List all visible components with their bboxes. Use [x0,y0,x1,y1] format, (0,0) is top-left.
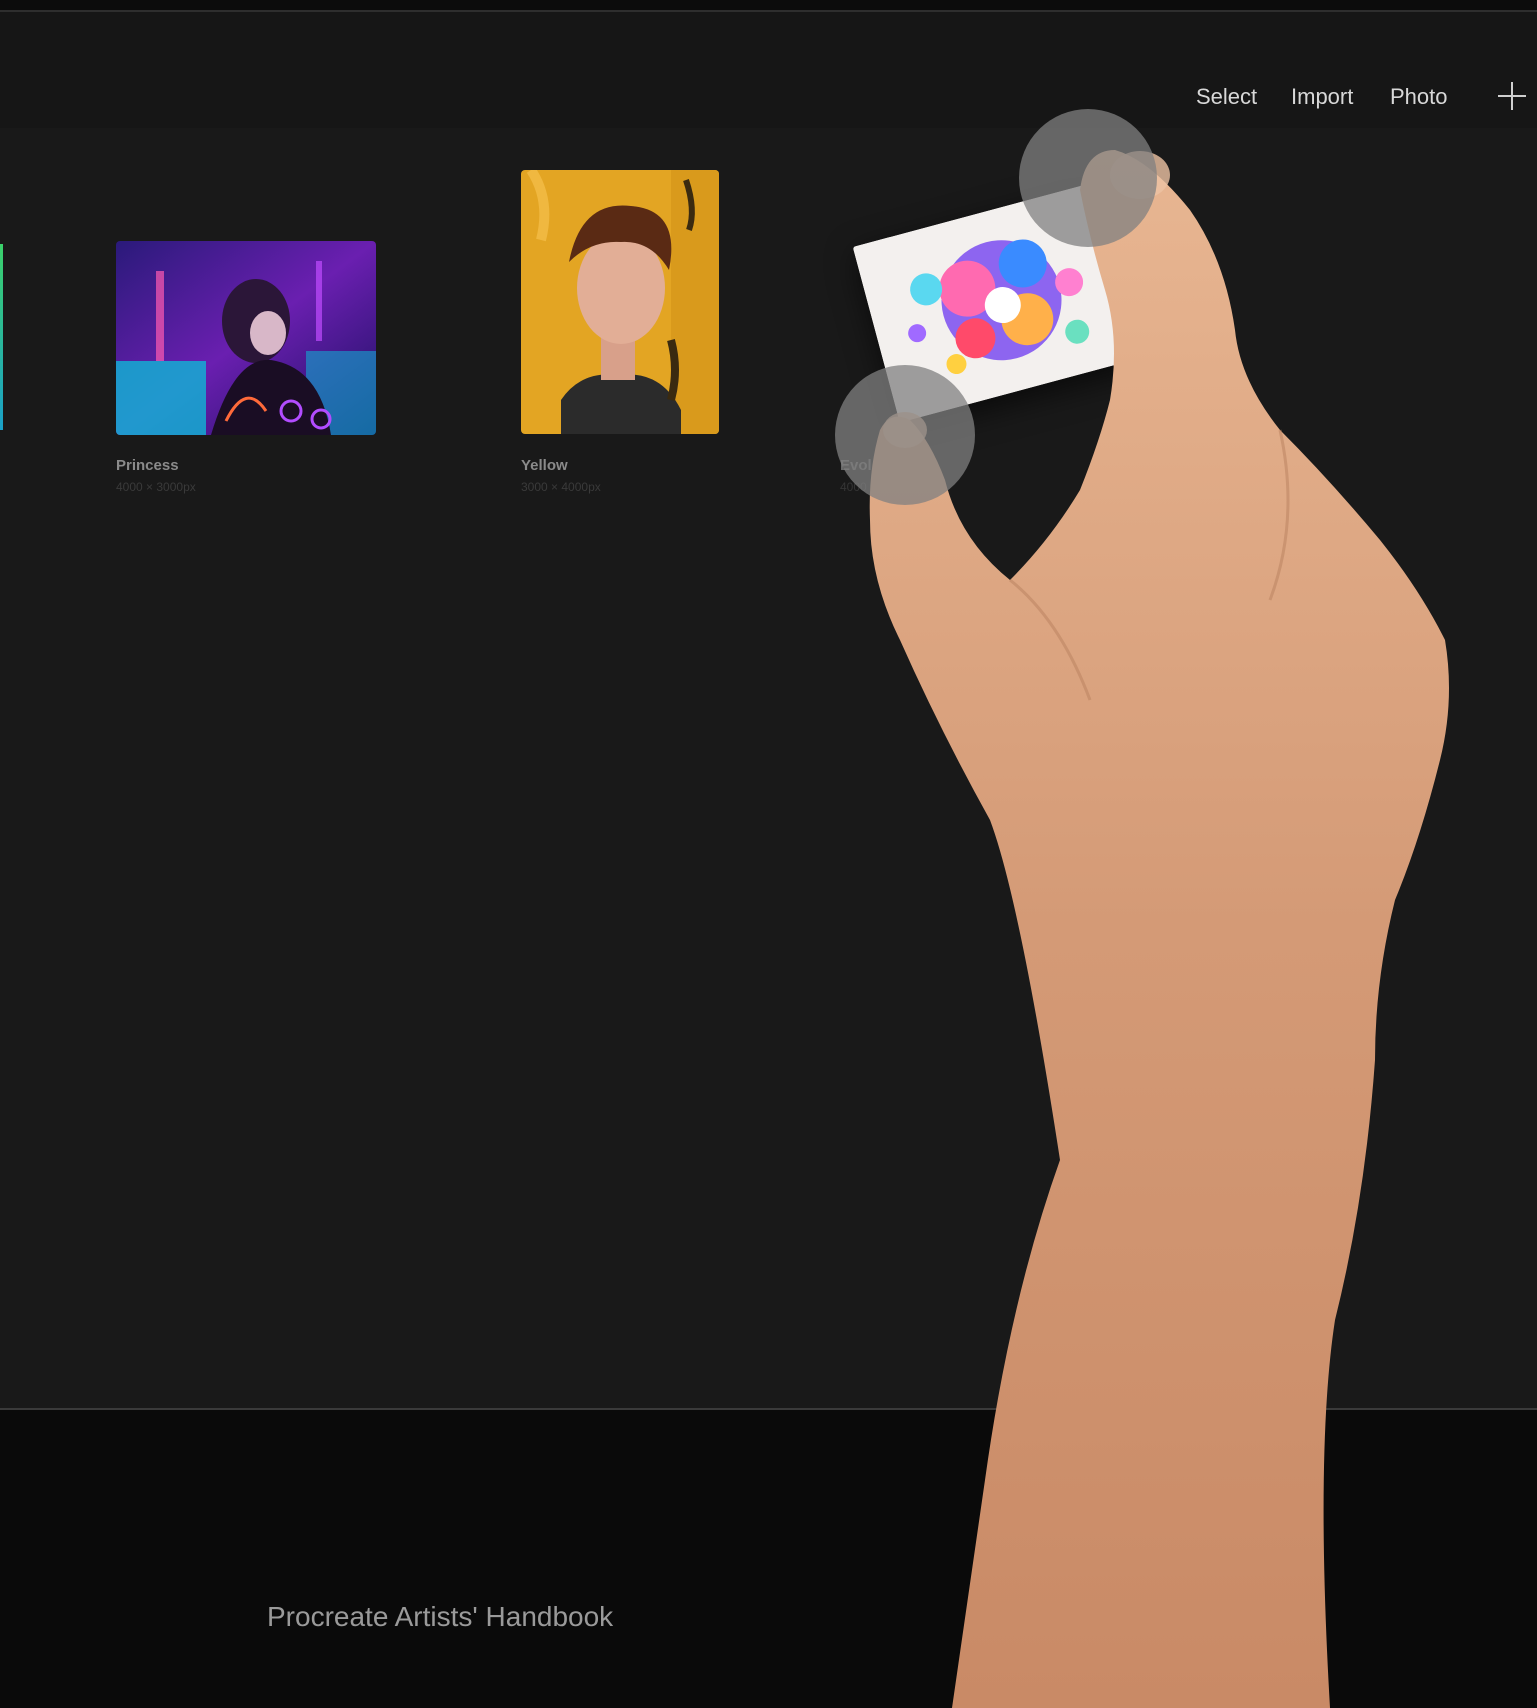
footer-caption: Procreate Artists' Handbook [267,1601,614,1632]
artwork-image [852,183,1138,423]
offscreen-artwork-edge[interactable] [0,244,3,430]
import-button[interactable]: Import [1291,84,1353,110]
select-button[interactable]: Select [1196,84,1257,110]
artwork-dimensions: 3000 × 4000px [521,480,601,494]
plus-icon[interactable] [1496,80,1528,112]
photo-button[interactable]: Photo [1390,84,1448,110]
artwork-thumbnail-yellow[interactable] [521,170,719,434]
artwork-thumbnail-princess[interactable] [116,241,376,435]
artwork-image [521,170,719,434]
artwork-title: Princess [116,457,179,474]
dragged-artwork-thumbnail[interactable] [852,183,1138,423]
artwork-image [116,241,376,435]
gallery-toolbar: Select Import Photo [0,12,1537,128]
artwork-dimensions: 4000 × 3000px [116,480,196,494]
artwork-title: Yellow [521,457,568,474]
procreate-gallery-screen: Select Import Photo Princess 4000 × 3000… [0,12,1537,1410]
device-top-edge [0,0,1537,12]
artwork-dimensions: 4000 [840,480,867,494]
artwork-title: Evol [840,457,872,474]
